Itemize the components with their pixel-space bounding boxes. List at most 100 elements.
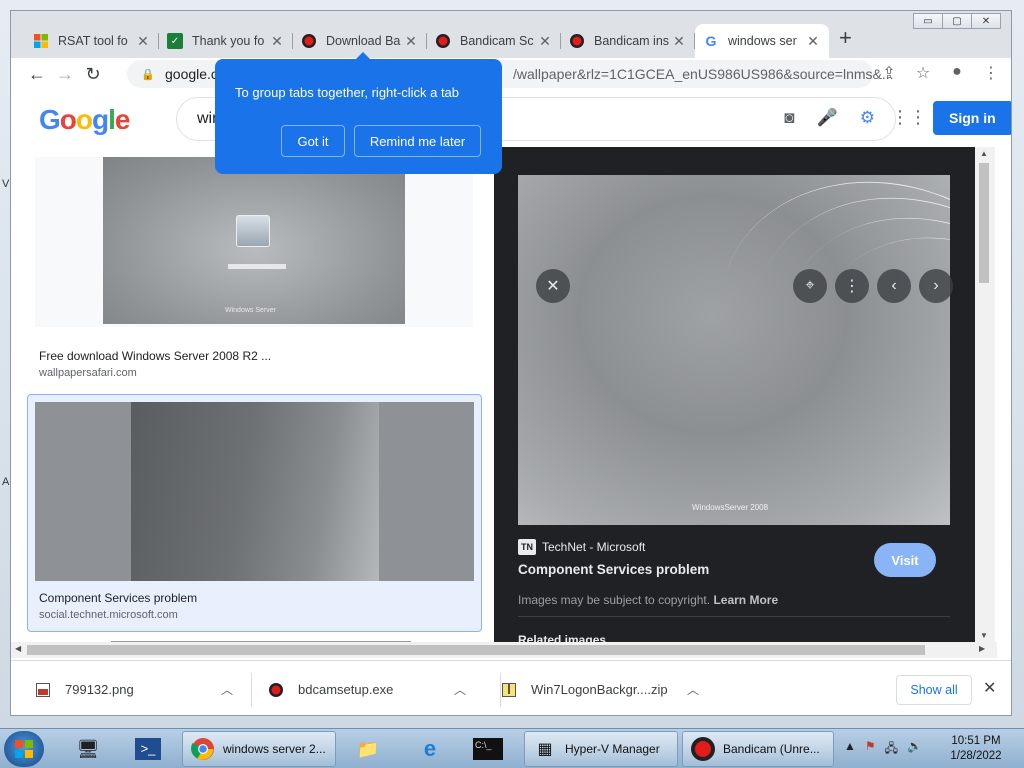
scroll-down-icon[interactable]: ▼ <box>980 631 988 640</box>
chevron-up-icon[interactable]: ︿ <box>687 681 699 698</box>
downloads-bar: 799132.png ︿ bdcamsetup.exe ︿ Win7LogonB… <box>11 660 1011 715</box>
close-icon[interactable]: ✕ <box>403 33 419 50</box>
logo-letter: g <box>92 104 109 135</box>
google-header: Google win ◙ 🎤 ⚙ ⋮⋮⋮ Sign in <box>11 91 1011 147</box>
close-icon[interactable]: ✕ <box>805 33 821 50</box>
result-title[interactable]: Free download Windows Server 2008 R2 ... <box>39 349 271 363</box>
more-options-icon[interactable]: ⋮ <box>835 269 869 303</box>
taskbar-item-bandicam[interactable]: Bandicam (Unre... <box>682 731 834 767</box>
forward-icon[interactable]: → <box>51 64 79 85</box>
logon-field-graphic <box>228 264 286 269</box>
show-all-button[interactable]: Show all <box>896 675 972 705</box>
tab-windows-server[interactable]: G windows ser ✕ <box>695 24 829 58</box>
tab-bandicam-sc[interactable]: Bandicam Sc ✕ <box>427 24 561 58</box>
back-icon[interactable]: ← <box>23 64 51 85</box>
menu-dots-icon[interactable]: ⋮ <box>981 63 1001 83</box>
image-file-icon <box>35 682 51 698</box>
remind-later-button[interactable]: Remind me later <box>354 125 481 157</box>
close-icon[interactable]: ✕ <box>671 33 687 50</box>
microphone-icon[interactable]: 🎤 <box>817 108 838 128</box>
result-card-selected[interactable]: Component Services problem social.techne… <box>27 394 482 632</box>
tab-rsat[interactable]: RSAT tool fo ✕ <box>25 24 159 58</box>
bandicam-icon <box>301 33 317 49</box>
logo-letter: G <box>39 104 61 135</box>
taskbar-item-label: Hyper-V Manager <box>565 742 660 756</box>
preview-title[interactable]: Component Services problem <box>518 562 709 577</box>
scroll-right-icon[interactable]: ▶ <box>979 644 985 653</box>
vertical-scrollbar[interactable]: ▲ ▼ <box>975 147 995 642</box>
download-item[interactable]: Win7LogonBackgr....zip ︿ <box>501 661 715 715</box>
image-results: Windows Server Free download Windows Ser… <box>11 147 494 642</box>
minimize-button[interactable]: ▭ <box>913 13 943 29</box>
download-item[interactable]: bdcamsetup.exe ︿ <box>268 661 482 715</box>
chevron-up-icon[interactable]: ︿ <box>221 681 233 698</box>
system-tray: ▲ ⚑ 🖧 🔊 <box>844 739 922 760</box>
related-images-heading: Related images <box>518 633 607 642</box>
preview-source[interactable]: TN TechNet - Microsoft <box>518 539 645 555</box>
action-center-icon[interactable]: ⚑ <box>865 739 876 760</box>
scroll-left-icon[interactable]: ◀ <box>15 644 21 653</box>
taskbar-item-chrome[interactable]: windows server 2... <box>182 731 336 767</box>
powershell-icon[interactable]: >_ <box>126 732 170 766</box>
reload-icon[interactable]: ↻ <box>79 64 107 85</box>
start-button[interactable] <box>4 731 44 767</box>
scrollbar-thumb[interactable] <box>979 163 989 283</box>
chevron-up-icon[interactable]: ︿ <box>454 681 466 698</box>
close-icon[interactable]: ✕ <box>135 33 151 50</box>
check-icon: ✓ <box>167 33 183 49</box>
internet-explorer-icon[interactable]: e <box>408 732 452 766</box>
zip-file-icon <box>501 682 517 698</box>
tab-bandicam-ins[interactable]: Bandicam ins ✕ <box>561 24 695 58</box>
previous-icon[interactable]: ‹ <box>877 269 911 303</box>
tab-group-tip-popup: To group tabs together, right-click a ta… <box>215 52 502 174</box>
system-clock[interactable]: 10:51 PM 1/28/2022 <box>946 734 1006 764</box>
result-thumbnail[interactable] <box>35 402 474 581</box>
close-preview-button[interactable]: ✕ <box>536 269 570 303</box>
volume-icon[interactable]: 🔊 <box>907 739 922 760</box>
result-title[interactable]: Component Services problem <box>39 591 197 605</box>
close-icon[interactable]: ✕ <box>269 33 285 50</box>
scrollbar-thumb[interactable] <box>27 645 925 655</box>
google-logo[interactable]: Google <box>39 104 130 136</box>
close-icon[interactable]: ✕ <box>983 678 996 698</box>
preview-image[interactable]: WindowsServer 2008 <box>518 175 950 525</box>
network-icon[interactable]: 🖧 <box>885 739 898 760</box>
window-controls: ▭ ▢ ✕ <box>913 13 1001 29</box>
close-icon[interactable]: ✕ <box>537 33 553 50</box>
result-card[interactable]: Windows Server <box>35 157 473 327</box>
file-explorer-icon[interactable]: 📁 <box>346 732 390 766</box>
clock-date: 1/28/2022 <box>950 750 1002 762</box>
next-icon[interactable]: › <box>919 269 953 303</box>
camera-icon[interactable]: ◙ <box>784 108 794 128</box>
toolbar: ← → ↻ 🔒 google.co /wallpaper&rlz=1C1GCEA… <box>11 58 1011 91</box>
tab-thank-you[interactable]: ✓ Thank you fo ✕ <box>159 24 293 58</box>
lens-icon[interactable]: ⌖ <box>793 269 827 303</box>
download-item[interactable]: 799132.png ︿ <box>35 661 249 715</box>
server-manager-icon[interactable]: 🖥 <box>66 732 110 766</box>
lens-search-icon[interactable]: ⚙ <box>860 108 875 128</box>
command-prompt-icon[interactable]: C:\_ <box>466 732 510 766</box>
share-icon[interactable]: ⇪ <box>879 63 899 83</box>
result-source[interactable]: wallpapersafari.com <box>39 367 137 379</box>
chrome-icon <box>189 735 217 763</box>
sign-in-button[interactable]: Sign in <box>933 101 1011 135</box>
learn-more-link[interactable]: Learn More <box>713 593 778 607</box>
tray-expand-icon[interactable]: ▲ <box>844 739 856 760</box>
star-icon[interactable]: ☆ <box>913 63 933 83</box>
tab-strip: ▭ ▢ ✕ RSAT tool fo ✕ ✓ Thank you fo ✕ Do… <box>11 11 1011 58</box>
result-source[interactable]: social.technet.microsoft.com <box>39 609 178 621</box>
windows-server-logo: Windows Server <box>225 307 276 314</box>
visit-button[interactable]: Visit <box>874 543 936 577</box>
logo-letter: o <box>59 104 77 135</box>
close-window-button[interactable]: ✕ <box>971 13 1001 29</box>
scroll-up-icon[interactable]: ▲ <box>980 149 988 158</box>
got-it-button[interactable]: Got it <box>281 125 345 157</box>
profile-icon[interactable]: ● <box>947 63 967 83</box>
chrome-window: ▭ ▢ ✕ RSAT tool fo ✕ ✓ Thank you fo ✕ Do… <box>10 10 1012 716</box>
maximize-button[interactable]: ▢ <box>942 13 972 29</box>
result-thumbnail[interactable]: Windows Server <box>103 157 405 324</box>
taskbar-item-hyperv[interactable]: ▦ Hyper-V Manager <box>524 731 678 767</box>
bandicam-icon <box>689 735 717 763</box>
horizontal-scrollbar[interactable]: ◀ ▶ <box>11 642 997 658</box>
new-tab-button[interactable]: + <box>839 25 852 51</box>
